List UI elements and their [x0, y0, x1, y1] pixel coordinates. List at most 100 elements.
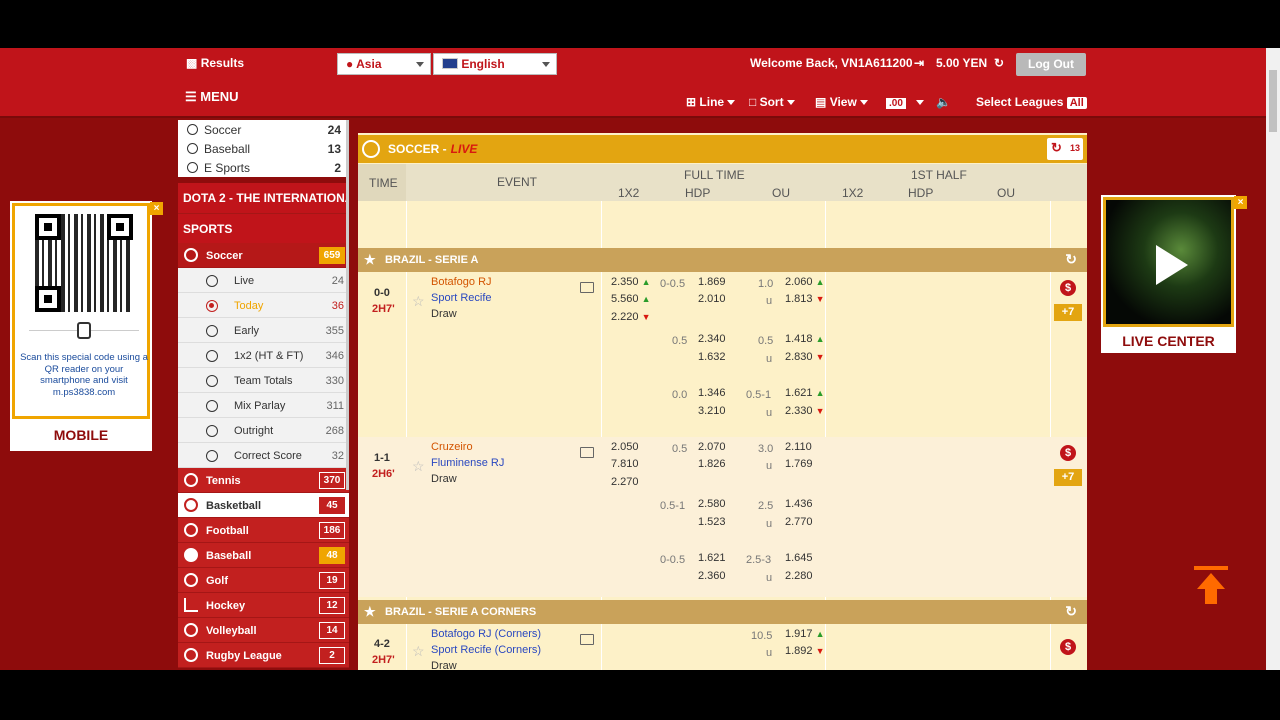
away-team[interactable]: Sport Recife [431, 292, 492, 304]
odds-1[interactable]: 2.350 ▲ [611, 276, 651, 288]
live-stream-icon[interactable] [580, 634, 594, 645]
hdp-odds[interactable]: 2.340 [698, 333, 726, 345]
refresh-icon[interactable]: ↻ [1065, 603, 1077, 620]
cashout-dollar-icon[interactable]: $ [1060, 639, 1076, 655]
quick-item-soccer[interactable]: Soccer 24 [178, 120, 349, 139]
hdp-odds[interactable]: 1.621 [698, 552, 726, 564]
away-team[interactable]: Fluminense RJ [431, 457, 504, 469]
menu-button[interactable]: ☰ MENU [185, 89, 239, 105]
ou-odds[interactable]: 1.645 [785, 552, 813, 564]
submenu-outright[interactable]: Outright 268 [178, 418, 349, 443]
ou-odds[interactable]: 1.436 [785, 498, 813, 510]
sidebar-scrollbar[interactable] [346, 120, 349, 490]
ou-odds[interactable]: 1.917 ▲ [785, 628, 825, 640]
refresh-icon[interactable]: ↻ [1065, 251, 1077, 268]
sport-tennis[interactable]: Tennis 370 [178, 468, 349, 493]
results-link[interactable]: ▩ Results [186, 56, 244, 70]
arrow-down-icon: ▼ [641, 312, 651, 322]
ou-odds[interactable]: 2.110 [785, 441, 812, 453]
dota-banner[interactable]: DOTA 2 - THE INTERNATIONAL [178, 183, 349, 213]
live-stream-icon[interactable] [580, 447, 594, 458]
sport-rugby-league[interactable]: Rugby League 2 [178, 643, 349, 668]
ou-odds[interactable]: 2.060 ▲ [785, 276, 825, 288]
mobile-promo[interactable]: Scan this special code using a QR reader… [10, 201, 152, 451]
cashout-dollar-icon[interactable]: $ [1060, 280, 1076, 296]
hdp-odds[interactable]: 1.523 [698, 516, 726, 528]
language-select[interactable]: English [433, 53, 557, 75]
sport-baseball[interactable]: Baseball 48 [178, 543, 349, 568]
sport-volleyball[interactable]: Volleyball 14 [178, 618, 349, 643]
region-select[interactable]: ● Asia [337, 53, 431, 75]
hdp-odds[interactable]: 1.632 [698, 351, 726, 363]
ou-odds[interactable]: 2.770 [785, 516, 813, 528]
sport-football[interactable]: Football 186 [178, 518, 349, 543]
close-icon[interactable]: × [1234, 196, 1247, 209]
submenu-live[interactable]: Live 24 [178, 268, 349, 293]
league-header[interactable]: ★ BRAZIL - SERIE A ↻ [358, 248, 1087, 272]
ou-odds[interactable]: 2.830 ▼ [785, 351, 825, 363]
select-leagues-button[interactable]: Select Leagues All [976, 95, 1087, 109]
star-outline-icon[interactable]: ☆ [412, 458, 425, 475]
live-center-widget[interactable]: LIVE CENTER [1101, 195, 1236, 353]
ou-odds[interactable]: 1.418 ▲ [785, 333, 825, 345]
live-stream-icon[interactable] [580, 282, 594, 293]
home-team[interactable]: Botafogo RJ (Corners) [431, 628, 541, 640]
star-icon[interactable]: ★ [364, 604, 376, 620]
sport-basketball[interactable]: Basketball 45 [178, 493, 349, 518]
close-icon[interactable]: × [150, 202, 163, 215]
hdp-odds[interactable]: 2.070 [698, 441, 726, 453]
submenu-1x2-ht-ft[interactable]: 1x2 (HT & FT) 346 [178, 343, 349, 368]
star-outline-icon[interactable]: ☆ [412, 643, 425, 660]
ou-odds[interactable]: 2.280 [785, 570, 813, 582]
play-icon[interactable] [1156, 245, 1188, 285]
submenu-today[interactable]: Today 36 [178, 293, 349, 318]
quick-item-baseball[interactable]: Baseball 13 [178, 139, 349, 158]
star-outline-icon[interactable]: ☆ [412, 293, 425, 310]
odds-x[interactable]: 5.560 ▲ [611, 293, 651, 305]
odds-1[interactable]: 2.050 [611, 441, 639, 453]
back-to-top-button[interactable] [1194, 566, 1228, 606]
sport-hockey[interactable]: Hockey 12 [178, 593, 349, 618]
home-team[interactable]: Cruzeiro [431, 441, 473, 453]
refresh-button[interactable]: ↻ 13 [1047, 138, 1083, 160]
ou-odds[interactable]: 1.769 [785, 458, 813, 470]
scrollbar-thumb[interactable] [1269, 70, 1277, 132]
logout-button[interactable]: Log Out [1016, 53, 1086, 76]
submenu-mix-parlay[interactable]: Mix Parlay 311 [178, 393, 349, 418]
sort-dropdown[interactable]: □ Sort [749, 95, 795, 109]
ou-odds[interactable]: 1.813 ▼ [785, 293, 825, 305]
sport-soccer[interactable]: Soccer 659 [178, 243, 349, 268]
hdp-odds[interactable]: 1.826 [698, 458, 726, 470]
sound-icon[interactable]: 🔈 [936, 95, 951, 109]
sport-golf[interactable]: Golf 19 [178, 568, 349, 593]
away-team[interactable]: Sport Recife (Corners) [431, 644, 541, 656]
line-dropdown[interactable]: ⊞ Line [686, 95, 736, 109]
home-team[interactable]: Botafogo RJ [431, 276, 492, 288]
more-markets-button[interactable]: +7 [1054, 304, 1082, 321]
submenu-early[interactable]: Early 355 [178, 318, 349, 343]
hdp-odds[interactable]: 3.210 [698, 405, 726, 417]
submenu-correct-score[interactable]: Correct Score 32 [178, 443, 349, 468]
vertical-scrollbar[interactable] [1266, 48, 1280, 670]
odds-x[interactable]: 7.810 [611, 458, 639, 470]
odds-format-dropdown[interactable]: .00 [886, 95, 924, 109]
submenu-team-totals[interactable]: Team Totals 330 [178, 368, 349, 393]
view-dropdown[interactable]: ▤ View [815, 95, 868, 109]
ou-odds[interactable]: 1.892 ▼ [785, 645, 825, 657]
live-video-thumbnail[interactable] [1103, 197, 1234, 327]
quick-item-esports[interactable]: E Sports 2 [178, 158, 349, 177]
hdp-odds[interactable]: 2.360 [698, 570, 726, 582]
league-header[interactable]: ★ BRAZIL - SERIE A CORNERS ↻ [358, 600, 1087, 624]
ou-odds[interactable]: 2.330 ▼ [785, 405, 825, 417]
hdp-odds[interactable]: 2.580 [698, 498, 726, 510]
refresh-balance-icon[interactable]: ↻ [994, 56, 1004, 70]
ou-odds[interactable]: 1.621 ▲ [785, 387, 825, 399]
hdp-odds[interactable]: 1.346 [698, 387, 726, 399]
more-markets-button[interactable]: +7 [1054, 469, 1082, 486]
hdp-odds[interactable]: 2.010 [698, 293, 726, 305]
star-icon[interactable]: ★ [364, 252, 376, 268]
hdp-odds[interactable]: 1.869 [698, 276, 726, 288]
odds-2[interactable]: 2.220 ▼ [611, 311, 651, 323]
cashout-dollar-icon[interactable]: $ [1060, 445, 1076, 461]
odds-2[interactable]: 2.270 [611, 476, 639, 488]
